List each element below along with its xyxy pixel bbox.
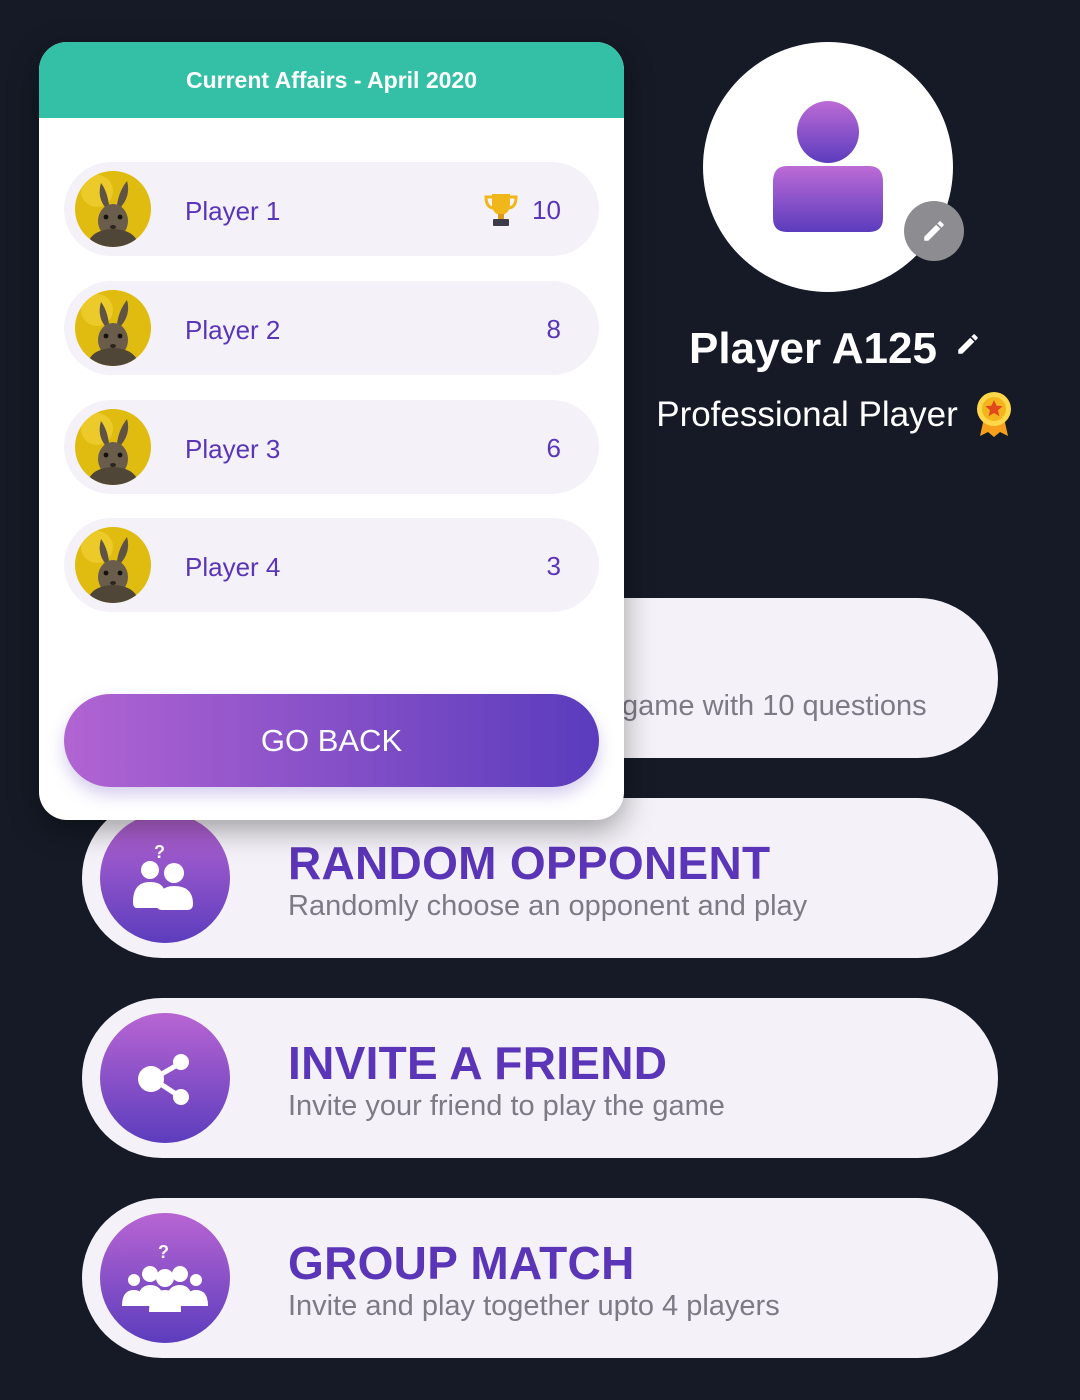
player-rank-row: Professional Player [600, 390, 1070, 447]
edit-avatar-button[interactable] [904, 201, 964, 261]
player-score: 8 [546, 314, 561, 344]
menu-option-title: GROUP MATCH [288, 1237, 635, 1289]
menu-option-subtitle: game with 10 questions [622, 690, 927, 722]
leaderboard-row: Player 2 8 [64, 281, 599, 375]
group-icon: ? [100, 1213, 230, 1343]
svg-text:?: ? [154, 842, 165, 862]
player-score: 10 [532, 195, 561, 225]
leaderboard-row: Player 4 3 [64, 518, 599, 612]
player-avatar [75, 290, 151, 366]
menu-option-subtitle: Invite your friend to play the game [288, 1090, 725, 1122]
player-name-row: Player A125 [640, 318, 1030, 374]
menu-option-subtitle: Invite and play together upto 4 players [288, 1290, 780, 1322]
leaderboard-row: Player 1 10 [64, 162, 599, 256]
player-rank: Professional Player [656, 395, 958, 434]
pencil-icon [958, 334, 978, 354]
rabbit-avatar-icon [75, 527, 151, 603]
pencil-icon [924, 221, 944, 241]
menu-option-title: INVITE A FRIEND [288, 1037, 668, 1089]
player-name: Player A125 [689, 324, 937, 373]
player-avatar [75, 409, 151, 485]
player-name: Player 1 [185, 196, 281, 226]
svg-text:?: ? [158, 1242, 169, 1262]
medal-icon [974, 390, 1014, 447]
share-icon [100, 1013, 230, 1143]
leaderboard-dialog: Current Affairs - April 2020 Player 1 10… [39, 42, 624, 820]
player-score: 3 [546, 551, 561, 581]
rabbit-avatar-icon [75, 171, 151, 247]
menu-option-title: RANDOM OPPONENT [288, 837, 771, 889]
rabbit-avatar-icon [75, 290, 151, 366]
player-name: Player 2 [185, 315, 281, 345]
menu-option-random-opponent[interactable]: ? RANDOM OPPONENT Randomly choose an opp… [82, 798, 998, 958]
dialog-title: Current Affairs - April 2020 [39, 42, 624, 118]
player-name: Player 4 [185, 552, 281, 582]
player-avatar [75, 171, 151, 247]
user-silhouette-icon [773, 101, 883, 232]
leaderboard-row: Player 3 6 [64, 400, 599, 494]
menu-option-subtitle: Randomly choose an opponent and play [288, 890, 808, 922]
player-avatar [75, 527, 151, 603]
go-back-button[interactable]: GO BACK [64, 694, 599, 787]
player-score: 6 [546, 433, 561, 463]
player-name: Player 3 [185, 434, 281, 464]
edit-name-button[interactable] [955, 318, 981, 368]
random-opponent-icon: ? [100, 813, 230, 943]
menu-option-invite-friend[interactable]: INVITE A FRIEND Invite your friend to pl… [82, 998, 998, 1158]
rabbit-avatar-icon [75, 409, 151, 485]
trophy-icon [482, 190, 520, 233]
menu-option-group-match[interactable]: ? GROUP MATCH Invite and play together u… [82, 1198, 998, 1358]
